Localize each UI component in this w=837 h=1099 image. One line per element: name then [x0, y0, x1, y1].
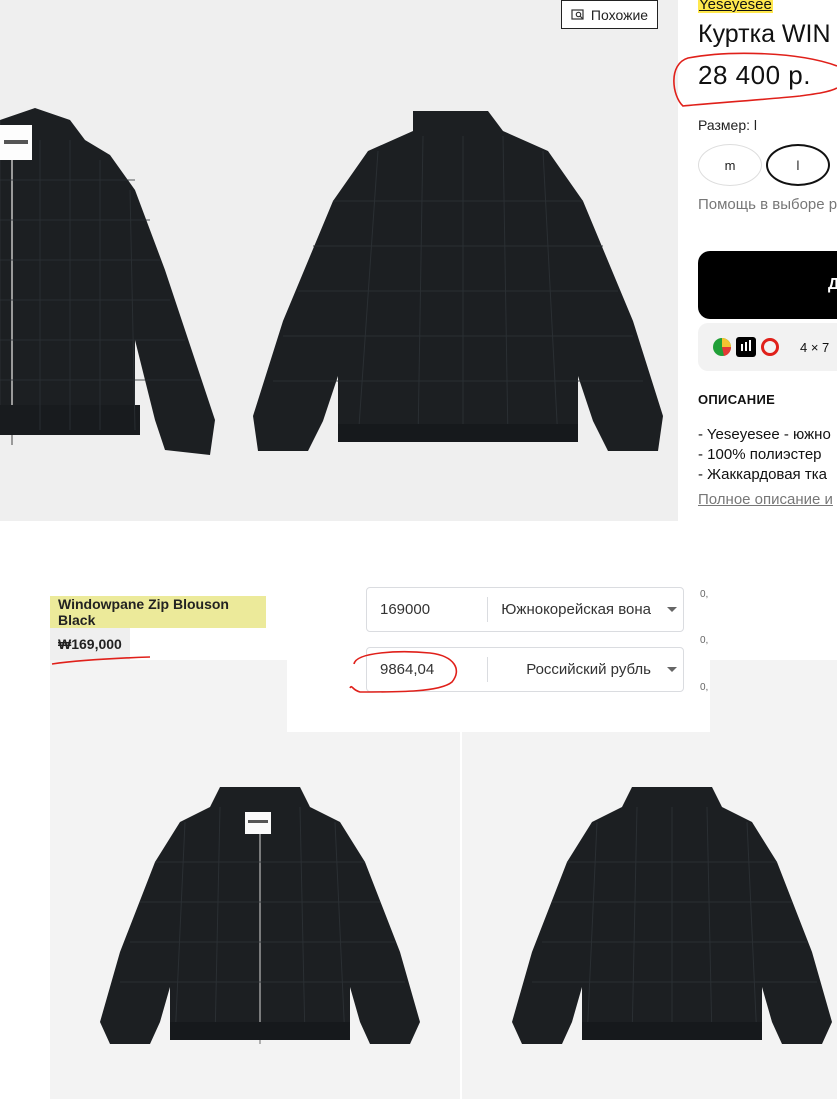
add-to-cart-button[interactable]: Д — [698, 251, 837, 319]
converter-side-mark: 0, — [700, 682, 709, 693]
converter-to-input[interactable]: 9864,04 — [367, 661, 487, 678]
size-label: Размер: l — [698, 117, 758, 133]
converter-from-input[interactable]: 169000 — [367, 601, 487, 618]
converter-from-row: 169000 Южнокорейская вона — [366, 587, 684, 632]
listing-title: Windowpane Zip Blouson Black — [50, 596, 266, 628]
size-help-link[interactable]: Помощь в выборе р — [698, 196, 837, 213]
podeli-icon — [761, 338, 779, 356]
full-description-link[interactable]: Полное описание и — [698, 491, 833, 508]
split-payment-icon — [713, 338, 732, 356]
converter-to-currency-select[interactable]: Российский рубль — [488, 661, 661, 678]
converter-side-mark: 0, — [700, 589, 709, 600]
size-option-l[interactable]: l — [766, 144, 830, 186]
description-line: - 100% полиэстер — [698, 446, 822, 463]
installments-text: 4 × 7 — [800, 339, 830, 355]
jacket-front-image — [0, 108, 215, 455]
chevron-down-icon[interactable] — [661, 667, 683, 672]
add-to-cart-label: Д — [828, 276, 837, 293]
product-gallery[interactable] — [0, 0, 678, 521]
size-option-m[interactable]: m — [698, 144, 762, 186]
converter-side-mark: 0, — [700, 635, 709, 646]
currency-converter: 169000 Южнокорейская вона 9864,04 Россий… — [287, 573, 710, 732]
installments-banner[interactable]: 4 × 7 — [698, 323, 837, 371]
description-line: - Yeseyesee - южно — [698, 426, 831, 443]
image-search-icon — [571, 8, 584, 20]
converter-from-currency-select[interactable]: Южнокорейская вона — [488, 601, 661, 618]
brand-link[interactable]: Yeseyesee — [698, 0, 773, 13]
description-heading: ОПИСАНИЕ — [698, 392, 776, 407]
similar-button[interactable]: Похожие — [561, 0, 658, 29]
similar-button-label: Похожие — [590, 6, 649, 23]
converter-to-row: 9864,04 Российский рубль — [366, 647, 684, 692]
jacket-back-image — [512, 787, 832, 1044]
jacket-back-image — [253, 111, 663, 451]
jacket-front-image — [100, 787, 420, 1044]
dolyame-icon — [736, 337, 756, 357]
description-list: - Yeseyesee - южно - 100% полиэстер - Жа… — [698, 425, 831, 485]
product-title: Куртка WIN — [698, 20, 831, 48]
listing-price: ₩169,000 — [50, 628, 130, 660]
chevron-down-icon[interactable] — [661, 607, 683, 612]
product-price: 28 400 р. — [698, 60, 811, 90]
description-line: - Жаккардовая тка — [698, 466, 827, 483]
